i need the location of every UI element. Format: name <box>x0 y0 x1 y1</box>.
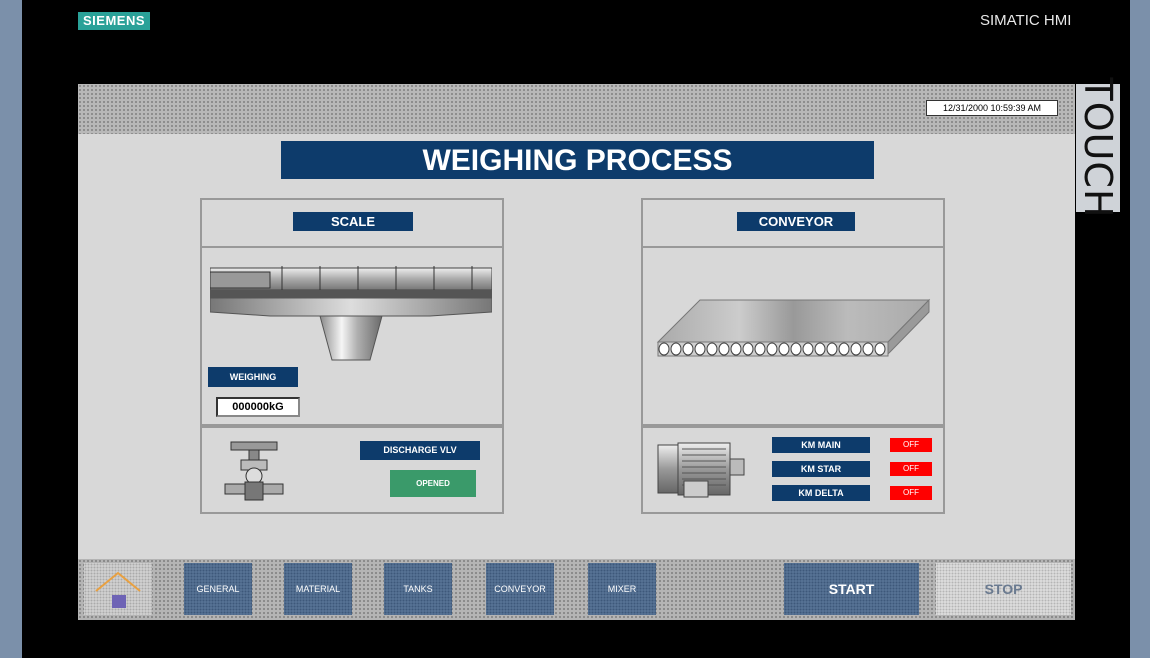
km-star-status: OFF <box>890 462 932 476</box>
start-button[interactable]: START <box>784 563 919 615</box>
page-title: WEIGHING PROCESS <box>281 141 874 179</box>
nav-tanks-button[interactable]: TANKS <box>384 563 452 615</box>
touch-label: TOUCH <box>1076 77 1120 219</box>
hmi-screen: 12/31/2000 10:59:39 AM WEIGHING PROCESS … <box>78 84 1075 620</box>
km-main-status: OFF <box>890 438 932 452</box>
km-delta-button[interactable]: KM DELTA <box>772 485 870 501</box>
device-model-label: SIMATIC HMI <box>980 12 1072 29</box>
siemens-logo: SIEMENS <box>78 12 150 30</box>
stop-button[interactable]: STOP <box>936 563 1071 615</box>
datetime-field: 12/31/2000 10:59:39 AM <box>926 100 1058 116</box>
device-bezel-left <box>0 0 22 658</box>
discharge-status-indicator: OPENED <box>390 470 476 497</box>
nav-general-button[interactable]: GENERAL <box>184 563 252 615</box>
touch-label-text: TOUCH <box>1076 77 1120 219</box>
conveyor-illustration <box>656 298 931 357</box>
km-delta-status: OFF <box>890 486 932 500</box>
discharge-valve-icon <box>224 441 284 501</box>
weighing-label-button[interactable]: WEIGHING <box>208 367 298 387</box>
nav-mixer-button[interactable]: MIXER <box>588 563 656 615</box>
motor-icon <box>657 442 745 498</box>
km-star-button[interactable]: KM STAR <box>772 461 870 477</box>
device-bezel-right <box>1130 0 1150 658</box>
conveyor-header-button[interactable]: CONVEYOR <box>737 212 855 231</box>
weight-value-field: 000000kG <box>216 397 300 417</box>
discharge-valve-label[interactable]: DISCHARGE VLV <box>360 441 480 460</box>
km-main-button[interactable]: KM MAIN <box>772 437 870 453</box>
nav-conveyor-button[interactable]: CONVEYOR <box>486 563 554 615</box>
scale-illustration <box>210 266 492 361</box>
home-icon <box>95 571 141 608</box>
nav-material-button[interactable]: MATERIAL <box>284 563 352 615</box>
scale-header-button[interactable]: SCALE <box>293 212 413 231</box>
home-button[interactable] <box>84 563 152 615</box>
